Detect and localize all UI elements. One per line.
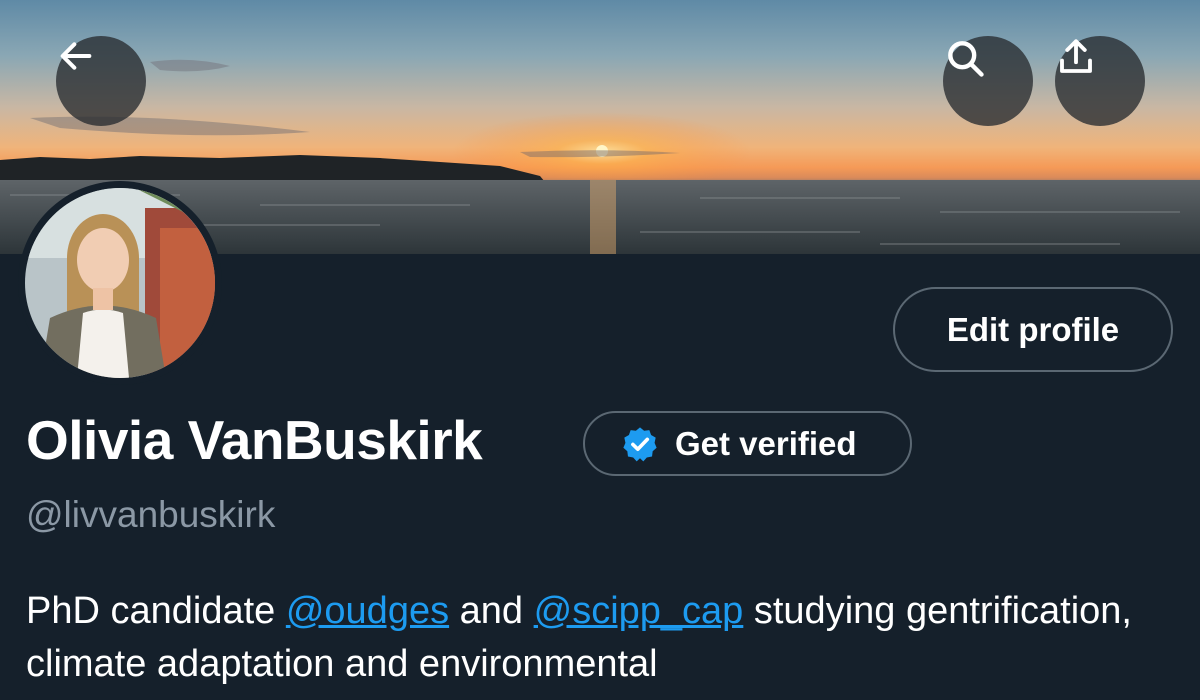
display-name: Olivia VanBuskirk <box>26 409 483 471</box>
bio-text-2: and <box>449 590 534 632</box>
back-button[interactable] <box>56 36 146 126</box>
arrow-left-icon <box>60 42 92 70</box>
mention-link-oudges[interactable]: @oudges <box>286 590 449 632</box>
edit-profile-label: Edit profile <box>946 310 1120 348</box>
search-button[interactable] <box>943 36 1033 126</box>
verified-badge-icon <box>623 426 657 461</box>
avatar[interactable] <box>18 181 222 385</box>
mention-link-scipp-cap[interactable]: @scipp_cap <box>534 590 744 632</box>
avatar-photo <box>25 188 215 378</box>
bio-text-1: PhD candidate <box>26 590 286 632</box>
search-icon <box>948 41 984 77</box>
profile-bio: PhD candidate @oudges and @scipp_cap stu… <box>26 585 1196 691</box>
share-button[interactable] <box>1055 36 1145 126</box>
profile-page: Edit profile Olivia VanBuskirk Get verif… <box>0 0 1200 700</box>
user-handle: @livvanbuskirk <box>26 494 276 535</box>
get-verified-label: Get verified <box>675 424 857 462</box>
share-upload-icon <box>1060 39 1092 73</box>
edit-profile-button[interactable]: Edit profile <box>893 287 1173 372</box>
get-verified-button[interactable]: Get verified <box>583 411 912 476</box>
